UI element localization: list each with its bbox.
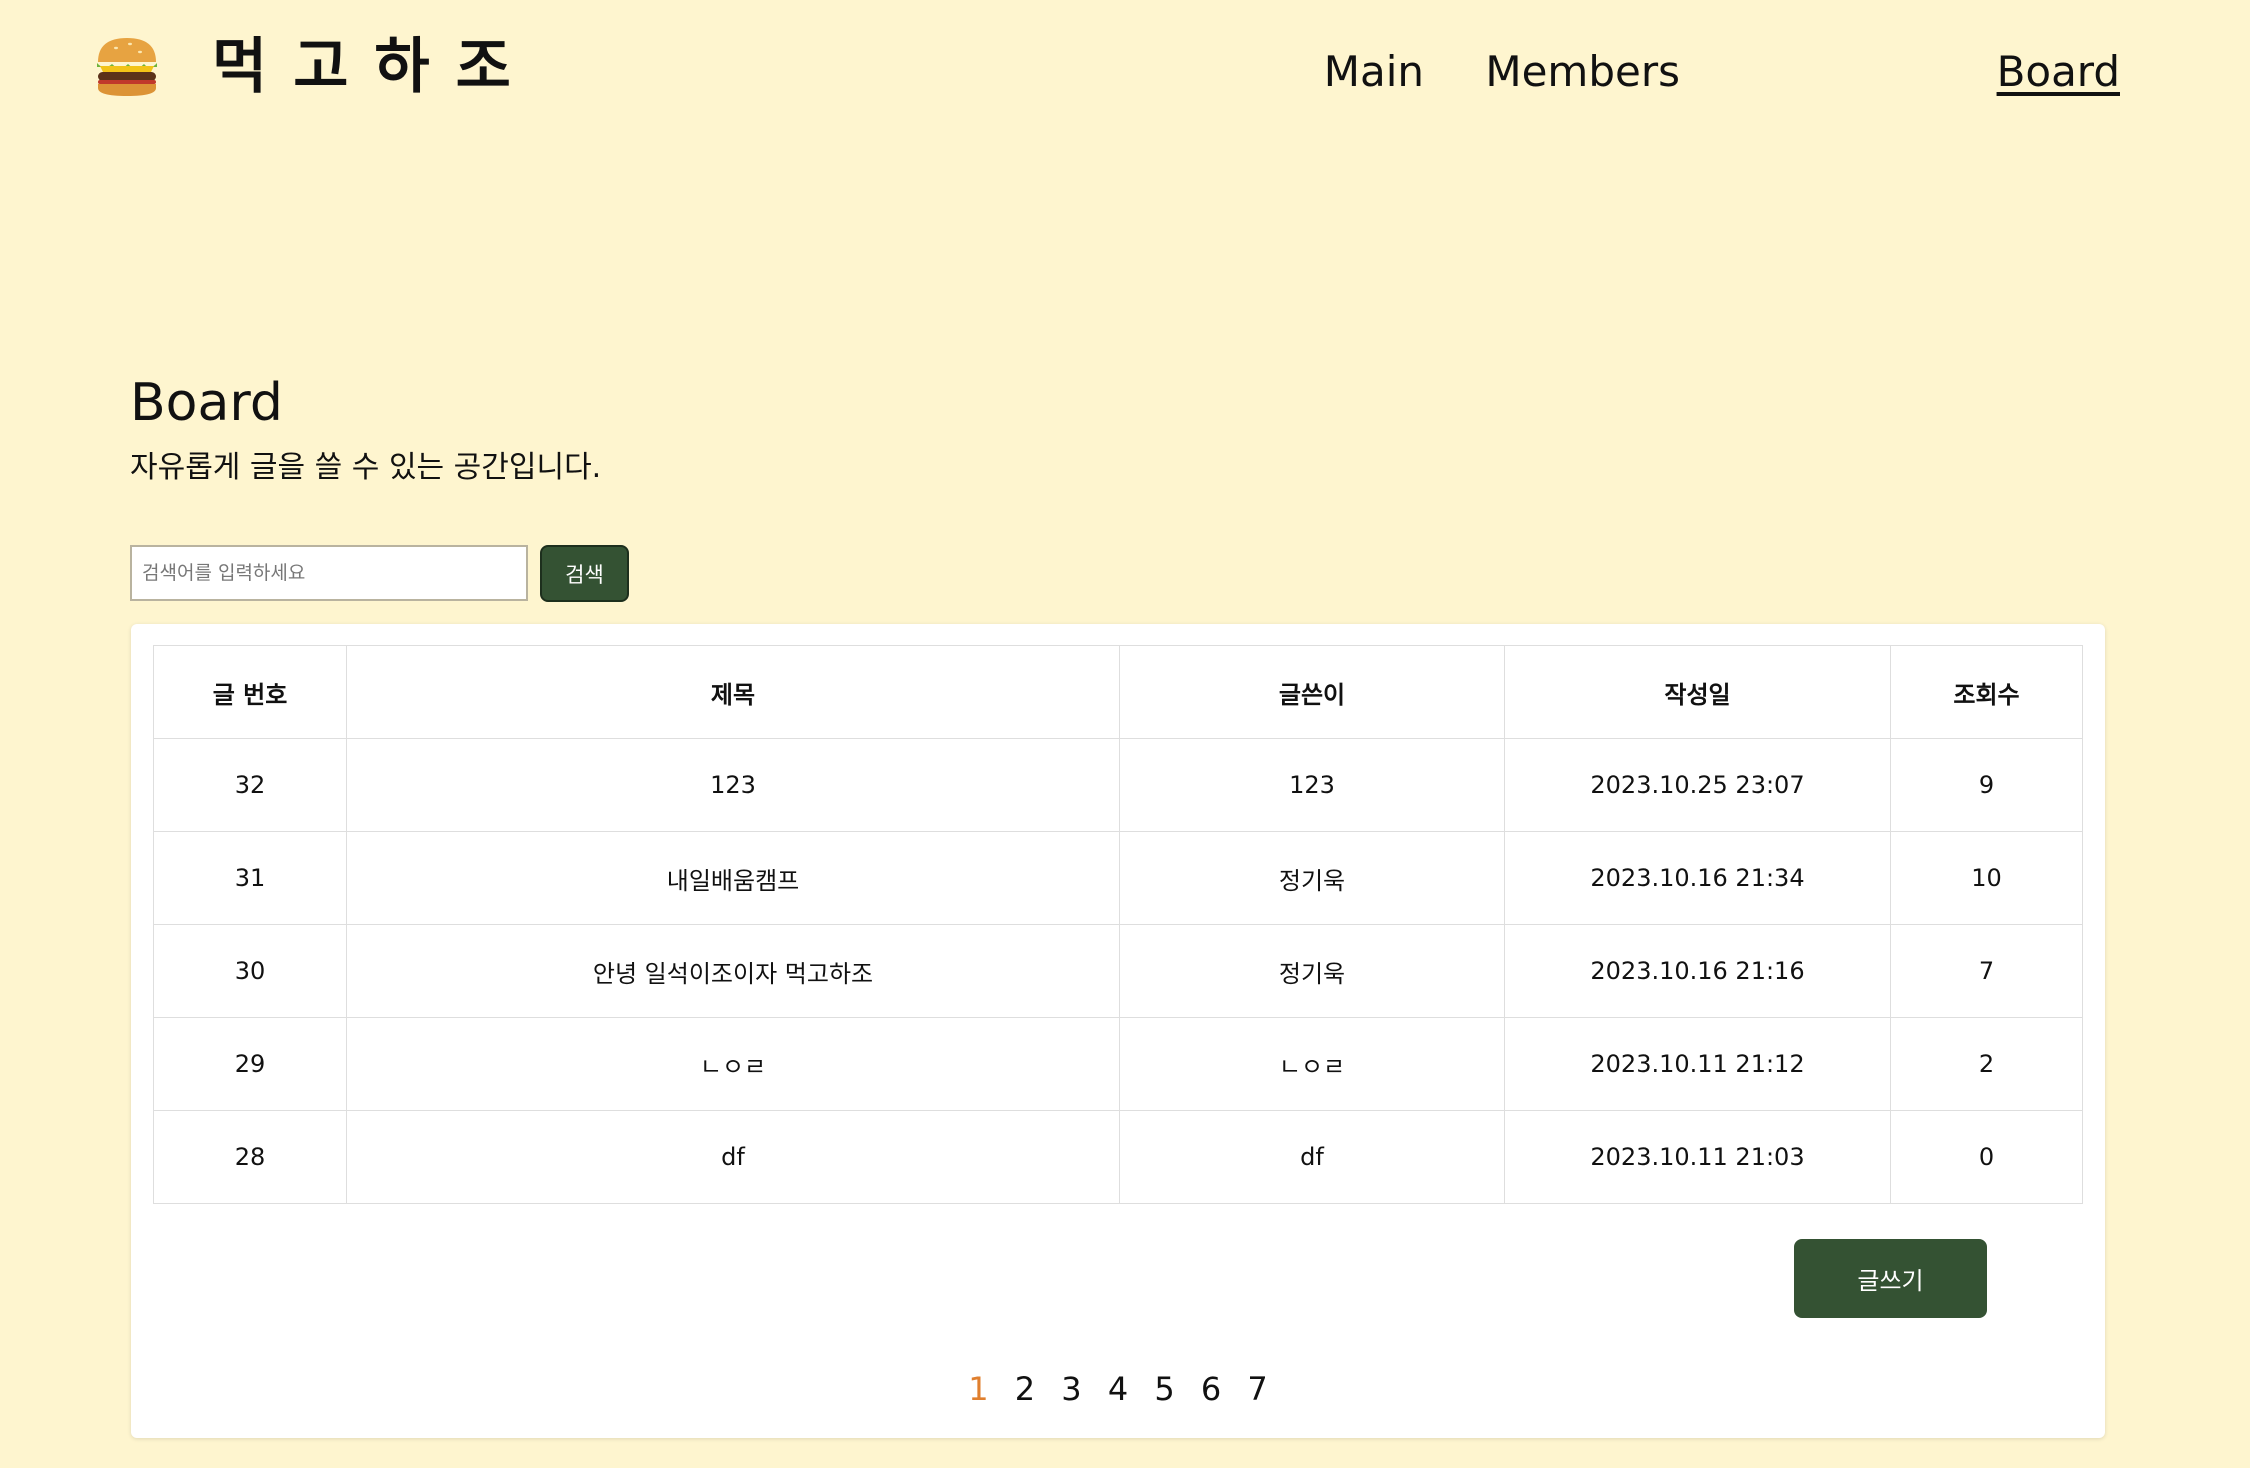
cell-number: 30 xyxy=(153,924,347,1018)
column-header-views: 조회수 xyxy=(1890,645,2083,739)
column-header-number: 글 번호 xyxy=(153,645,347,739)
cell-date: 2023.10.11 21:12 xyxy=(1504,1017,1891,1111)
column-header-author: 글쓴이 xyxy=(1119,645,1505,739)
pagination: 1 2 3 4 5 6 7 xyxy=(131,1367,2105,1411)
cell-author: 정기욱 xyxy=(1119,831,1505,925)
board-card: 글 번호 제목 글쓴이 작성일 조회수 32 123 123 2023.10.2… xyxy=(131,624,2105,1438)
cell-number: 31 xyxy=(153,831,347,925)
table-header-row: 글 번호 제목 글쓴이 작성일 조회수 xyxy=(153,645,2083,739)
site-title: 먹고하조 xyxy=(212,32,537,102)
table-row[interactable]: 29 ㄴㅇㄹ ㄴㅇㄹ 2023.10.11 21:12 2 xyxy=(153,1017,2083,1111)
page-link-3[interactable]: 3 xyxy=(1061,1367,1081,1411)
cell-title[interactable]: 123 xyxy=(346,738,1120,832)
cell-views: 9 xyxy=(1890,738,2083,832)
hamburger-icon xyxy=(92,32,162,102)
site-header: 먹고하조 Main Members Board xyxy=(0,0,2250,150)
cell-date: 2023.10.25 23:07 xyxy=(1504,738,1891,832)
cell-number: 32 xyxy=(153,738,347,832)
cell-author: ㄴㅇㄹ xyxy=(1119,1017,1505,1111)
table-row[interactable]: 30 안녕 일석이조이자 먹고하조 정기욱 2023.10.16 21:16 7 xyxy=(153,924,2083,1018)
page-link-1[interactable]: 1 xyxy=(968,1367,988,1411)
cell-views: 2 xyxy=(1890,1017,2083,1111)
cell-views: 0 xyxy=(1890,1110,2083,1204)
table-row[interactable]: 32 123 123 2023.10.25 23:07 9 xyxy=(153,738,2083,832)
nav-board[interactable]: Board xyxy=(1997,42,2120,102)
nav-members[interactable]: Members xyxy=(1485,42,1680,102)
column-header-date: 작성일 xyxy=(1504,645,1891,739)
page-link-5[interactable]: 5 xyxy=(1154,1367,1174,1411)
cell-date: 2023.10.11 21:03 xyxy=(1504,1110,1891,1204)
column-header-title: 제목 xyxy=(346,645,1120,739)
cell-date: 2023.10.16 21:34 xyxy=(1504,831,1891,925)
search-input[interactable] xyxy=(130,545,528,601)
cell-number: 28 xyxy=(153,1110,347,1204)
logo[interactable]: 먹고하조 xyxy=(92,32,537,102)
cell-title[interactable]: 내일배움캠프 xyxy=(346,831,1120,925)
search-button[interactable]: 검색 xyxy=(540,545,629,602)
page-link-7[interactable]: 7 xyxy=(1247,1367,1267,1411)
cell-author: 123 xyxy=(1119,738,1505,832)
cell-title[interactable]: 안녕 일석이조이자 먹고하조 xyxy=(346,924,1120,1018)
cell-title[interactable]: df xyxy=(346,1110,1120,1204)
cell-views: 10 xyxy=(1890,831,2083,925)
board-table: 글 번호 제목 글쓴이 작성일 조회수 32 123 123 2023.10.2… xyxy=(153,645,2083,1204)
cell-number: 29 xyxy=(153,1017,347,1111)
write-post-button[interactable]: 글쓰기 xyxy=(1794,1239,1987,1318)
cell-date: 2023.10.16 21:16 xyxy=(1504,924,1891,1018)
page-subtitle: 자유롭게 글을 쓸 수 있는 공간입니다. xyxy=(130,450,602,485)
page-link-6[interactable]: 6 xyxy=(1201,1367,1221,1411)
cell-author: 정기욱 xyxy=(1119,924,1505,1018)
table-row[interactable]: 28 df df 2023.10.11 21:03 0 xyxy=(153,1110,2083,1204)
table-row[interactable]: 31 내일배움캠프 정기욱 2023.10.16 21:34 10 xyxy=(153,831,2083,925)
cell-views: 7 xyxy=(1890,924,2083,1018)
page-link-2[interactable]: 2 xyxy=(1015,1367,1035,1411)
nav-main[interactable]: Main xyxy=(1324,42,1424,102)
cell-author: df xyxy=(1119,1110,1505,1204)
cell-title[interactable]: ㄴㅇㄹ xyxy=(346,1017,1120,1111)
page-link-4[interactable]: 4 xyxy=(1108,1367,1128,1411)
page-title: Board xyxy=(130,373,283,433)
